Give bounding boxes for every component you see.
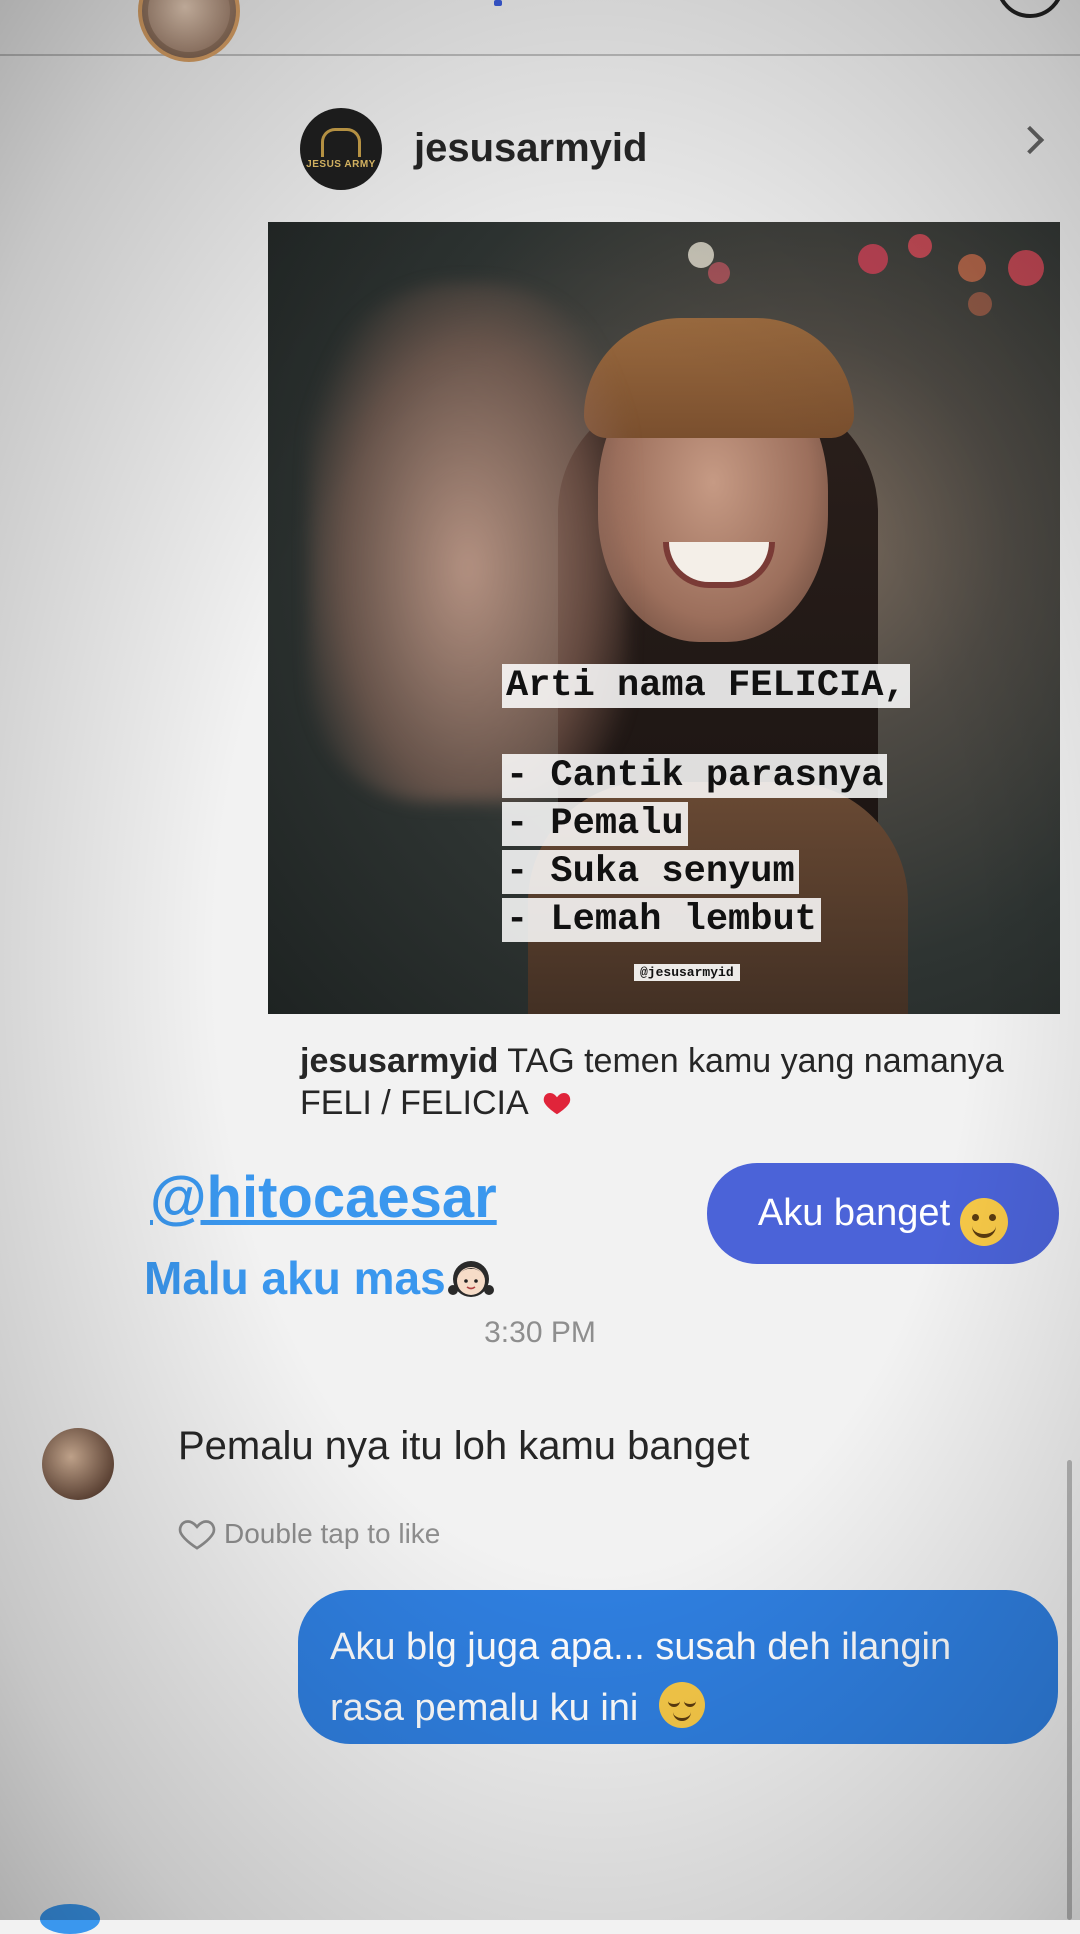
info-icon[interactable] [996,0,1064,18]
image-line: - Pemalu [502,802,688,846]
message-timestamp: 3:30 PM [484,1316,596,1349]
crown-logo-icon [321,128,361,157]
post-caption: jesusarmyid TAG temen kamu yang namanya … [300,1040,1020,1124]
caption-username[interactable]: jesusarmyid [300,1042,498,1080]
sent-message-text: Aku banget [757,1192,951,1234]
avatar-logo-text: JESUS ARMY [306,159,376,170]
red-heart-icon [543,1093,571,1115]
like-hint-row[interactable]: Double tap to like [176,1510,440,1558]
story-mention-text: Malu aku mas [144,1244,496,1305]
post-author-avatar[interactable]: JESUS ARMY [300,108,382,190]
image-line: - Cantik parasnya [502,754,888,798]
sent-message-text: Aku blg juga apa... susah deh ilangin ra… [330,1626,952,1729]
chevron-right-icon[interactable] [1015,125,1045,155]
heart-outline-icon[interactable] [176,1514,218,1554]
scrollbar[interactable] [1067,1460,1072,1920]
image-title: Arti nama FELICIA, [502,664,910,708]
shared-post-header[interactable]: JESUS ARMY jesusarmyid [268,108,1060,192]
chat-partner-avatar[interactable] [138,0,240,62]
image-credit: @jesusarmyid [634,964,740,981]
smiling-face-icon [960,1197,1009,1246]
story-mention-message: Malu aku mas [144,1252,446,1304]
relieved-face-icon [658,1682,705,1728]
sender-avatar[interactable] [42,1428,114,1500]
sent-message-bubble[interactable]: Aku banget [707,1163,1059,1264]
received-message-text[interactable]: Pemalu nya itu loh kamu banget [178,1424,749,1469]
image-overlay-text: Arti nama FELICIA, - Cantik parasnya - P… [502,664,910,946]
sent-message-bubble[interactable]: Aku blg juga apa... susah deh ilangin ra… [298,1590,1058,1744]
image-line: - Suka senyum [502,850,799,894]
post-username[interactable]: jesusarmyid [414,126,647,171]
chat-header [0,0,1080,62]
story-mention-handle[interactable]: @hitocaesar [150,1164,497,1231]
image-line: - Lemah lembut [502,898,821,942]
like-hint-text: Double tap to like [224,1518,441,1549]
bottom-edge-element [40,1904,100,1934]
girl-emoji-icon [447,1261,494,1297]
header-indicator [494,0,502,6]
shared-post-image[interactable]: Arti nama FELICIA, - Cantik parasnya - P… [268,222,1060,1014]
